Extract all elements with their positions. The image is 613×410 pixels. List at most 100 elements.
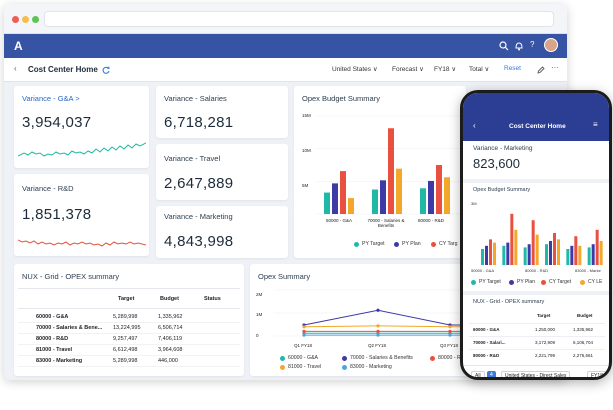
kpi-card-marketing[interactable]: Variance - Marketing 4,843,998 (156, 206, 288, 258)
legend-swatch (471, 279, 476, 285)
legend-swatch (541, 279, 546, 285)
legend-item[interactable]: 83000 - Marketing (342, 364, 392, 370)
kpi-label: Variance - Marketing (164, 212, 233, 221)
mobile-title: Cost Center Home (509, 123, 566, 130)
legend-item[interactable]: 70000 - Salaries & Benefits (342, 355, 413, 361)
country-filter[interactable]: United States ∨ (332, 65, 378, 73)
table-row[interactable]: 81000 - Travel 6,612,498 3,964,608 (18, 345, 240, 356)
x-tick-label: 50000 - G&A (471, 268, 495, 273)
scenario-filter[interactable]: Forecast ∨ (392, 65, 424, 73)
mobile-filter-bar: All 4 United States - Direct Sales FY18 (463, 365, 609, 377)
legend-item[interactable]: CY Target (541, 279, 571, 285)
legend-item[interactable]: PY Plan (394, 241, 421, 247)
table-row[interactable]: 70000 - Salaries & Bene... 13,224,995 6,50… (18, 323, 240, 334)
help-icon[interactable]: ? (530, 40, 534, 49)
table-row[interactable]: 70000 - Salari... 3,172,909 6,106,704 (469, 336, 605, 348)
budget-bar-chart (316, 115, 460, 215)
country-chip[interactable]: United States - Direct Sales (501, 371, 571, 377)
row-label: 81000 - Travel (36, 347, 73, 353)
minimize-dot[interactable] (22, 16, 29, 23)
legend-swatch (580, 279, 585, 285)
year-chip[interactable]: FY18 (587, 371, 607, 377)
legend-swatch (342, 364, 347, 370)
target-cell: 5,289,998 (113, 358, 138, 364)
bar (481, 249, 484, 265)
budget-cell: 2,276,661 (573, 353, 594, 358)
bar (420, 188, 426, 214)
kpi-card-travel[interactable]: Variance - Travel 2,647,889 (156, 144, 288, 200)
bar (340, 171, 346, 214)
all-chip[interactable]: All (471, 371, 485, 377)
address-bar[interactable] (44, 11, 554, 27)
legend-item[interactable]: 81000 - Travel (280, 364, 321, 370)
table-row[interactable]: 80000 - R&D 9,257,497 7,406,119 (18, 334, 240, 345)
row-label: 70000 - Salaries & Bene... (36, 325, 103, 331)
x-tick-label: 70000 - Salaries & Benefits (367, 218, 405, 228)
search-icon[interactable] (499, 41, 509, 51)
legend-item[interactable]: CY LE (580, 279, 602, 285)
column-header[interactable]: Status (204, 296, 221, 302)
legend-item[interactable]: CY Targ (431, 241, 458, 247)
column-header[interactable]: Target (118, 296, 134, 302)
legend-item[interactable]: PY Target (471, 279, 501, 285)
kpi-label[interactable]: Variance - G&A > (22, 94, 80, 103)
x-tick-label: 80000 - R&D (418, 218, 445, 223)
data-point (448, 329, 452, 333)
bell-icon[interactable] (514, 41, 524, 51)
column-header[interactable]: Budget (160, 296, 179, 302)
kpi-card-ga[interactable]: Variance - G&A > 3,954,037 (14, 86, 149, 168)
table-row[interactable]: 83000 - Marketing 5,289,998 446,000 (18, 356, 240, 367)
bar (531, 220, 535, 265)
column-header[interactable]: Target (537, 313, 550, 318)
reset-button[interactable]: Reset (504, 65, 521, 72)
sparkline-rd (18, 239, 146, 247)
bar (324, 192, 330, 214)
back-chevron-icon[interactable]: ‹ (473, 121, 476, 130)
mobile-header: ‹ Cost Center Home ≡ (463, 93, 609, 141)
budget-chart-card[interactable]: Opex Budget Summary 15M 10M 5M 50000 - G… (294, 86, 466, 258)
legend-item[interactable]: PY Plan (509, 279, 535, 285)
table-row[interactable]: 60000 - G&A 5,289,998 1,335,962 (18, 312, 240, 323)
bar (506, 242, 510, 265)
maximize-dot[interactable] (32, 16, 39, 23)
data-point (302, 325, 306, 329)
avatar[interactable] (544, 38, 558, 52)
refresh-icon[interactable] (102, 66, 110, 74)
data-point (376, 329, 380, 333)
kpi-value: 6,718,281 (164, 114, 234, 131)
row-label: 60000 - G&A (473, 327, 500, 332)
legend-item[interactable]: PY Target (354, 241, 385, 247)
mobile-kpi-label: Variance - Marketing (473, 145, 533, 152)
kpi-value: 2,647,889 (164, 175, 234, 192)
budget-cell: 6,106,704 (573, 340, 594, 345)
bar (428, 180, 434, 214)
more-icon[interactable]: ··· (551, 63, 559, 72)
grid-card[interactable]: NUX - Grid - OPEX summary Target Budget … (14, 264, 244, 376)
year-filter[interactable]: FY18 ∨ (434, 65, 456, 73)
table-row[interactable]: 80000 - R&D 2,221,799 2,276,661 (469, 349, 605, 361)
column-header[interactable]: Budget (577, 313, 593, 318)
kpi-card-salaries[interactable]: Variance - Salaries 6,718,281 (156, 86, 288, 138)
divider (18, 288, 240, 289)
target-cell: 2,221,799 (535, 353, 556, 358)
grid-title: NUX - Grid - OPEX summary (22, 272, 120, 281)
bar (388, 128, 394, 214)
total-filter[interactable]: Total ∨ (469, 65, 489, 73)
bar (545, 244, 548, 265)
browser-chrome (4, 4, 567, 34)
bar (557, 239, 560, 265)
back-chevron-icon[interactable]: ‹ (14, 64, 17, 73)
bar (574, 236, 578, 265)
menu-icon[interactable]: ≡ (593, 120, 598, 129)
legend-swatch (431, 241, 436, 247)
edit-icon[interactable] (537, 66, 545, 74)
legend-item[interactable]: 60000 - G&A (280, 355, 318, 361)
row-label: 80000 - R&D (36, 336, 69, 342)
kpi-card-rd[interactable]: Variance - R&D 1,851,378 (14, 174, 149, 256)
data-point (302, 329, 306, 333)
bar (553, 233, 556, 265)
table-row[interactable]: 60000 - G&A 1,250,000 1,335,962 (469, 323, 605, 335)
app-logo[interactable]: A (14, 39, 23, 53)
x-tick-label: 83000 - Marke (575, 268, 601, 273)
close-dot[interactable] (12, 16, 19, 23)
